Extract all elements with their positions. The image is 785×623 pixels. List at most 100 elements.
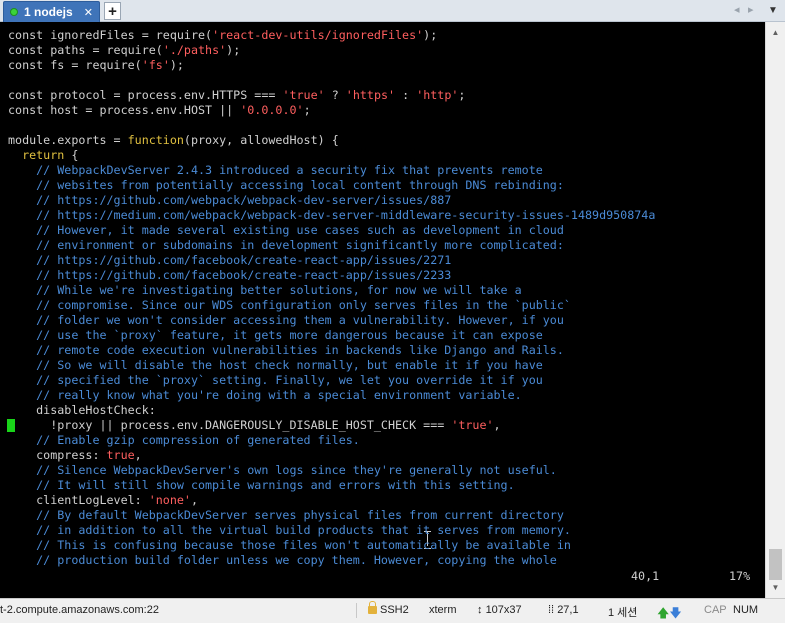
code-line: module.exports = function(proxy, allowed…	[8, 133, 339, 148]
num-lock-indicator: NUM	[733, 604, 759, 616]
tab-label: 1 nodejs	[24, 5, 73, 19]
code-token: // By default WebpackDevServer serves ph…	[8, 508, 564, 522]
code-line: // production build folder unless we cop…	[8, 553, 557, 568]
code-token: // remote code execution vulnerabilities…	[8, 343, 564, 357]
code-token: 'http'	[416, 88, 459, 102]
code-token: ,	[134, 448, 142, 462]
code-line: // environment or subdomains in developm…	[8, 238, 564, 253]
code-token: // in addition to all the virtual build …	[8, 523, 571, 537]
close-tab-icon[interactable]: ✕	[84, 6, 93, 19]
code-line: // compromise. Since our WDS configurati…	[8, 298, 571, 313]
code-token: // Silence WebpackDevServer's own logs s…	[8, 463, 557, 477]
status-divider	[356, 603, 357, 618]
grid-icon: ⁞⁞	[548, 604, 555, 616]
code-line: // WebpackDevServer 2.4.3 introduced a s…	[8, 163, 543, 178]
code-line: // Enable gzip compression of generated …	[8, 433, 360, 448]
code-token: !proxy || process.env.DANGEROUSLY_DISABL…	[8, 418, 452, 432]
code-token: // compromise. Since our WDS configurati…	[8, 298, 571, 312]
code-token: const paths = require(	[8, 43, 163, 57]
code-token: const host = process.env.HOST ||	[8, 103, 241, 117]
code-token: true	[106, 448, 135, 462]
code-line: compress: true,	[8, 448, 142, 463]
terminal-size: ↕ 107x37	[477, 604, 522, 616]
lock-icon	[368, 601, 377, 614]
code-token: compress:	[8, 448, 107, 462]
code-token: );	[169, 58, 184, 72]
scroll-up-icon[interactable]: ▲	[766, 24, 785, 41]
code-line: !proxy || process.env.DANGEROUSLY_DISABL…	[8, 418, 501, 433]
code-line: const fs = require('fs');	[8, 58, 184, 73]
code-line: const ignoredFiles = require('react-dev-…	[8, 28, 437, 43]
code-token: 'true'	[282, 88, 325, 102]
code-token: );	[423, 28, 438, 42]
code-token: module.exports =	[8, 133, 128, 147]
code-line: // https://github.com/facebook/create-re…	[8, 268, 451, 283]
vertical-scrollbar[interactable]: ▲ ▼	[765, 22, 785, 598]
code-token: ,	[190, 493, 199, 507]
code-token: 'none'	[148, 493, 191, 507]
code-token: :	[395, 88, 417, 102]
code-token: // really know what you're doing with a …	[8, 388, 522, 402]
code-token: // This is confusing because those files…	[8, 538, 571, 552]
code-token: // folder we won't consider accessing th…	[8, 313, 564, 327]
code-token: );	[226, 43, 241, 57]
code-line: // remote code execution vulnerabilities…	[8, 343, 564, 358]
code-token: // https://medium.com/webpack/webpack-de…	[8, 208, 656, 222]
terminal-screen[interactable]: 40,1 17% const ignoredFiles = require('r…	[0, 22, 765, 598]
code-token: // production build folder unless we cop…	[8, 553, 557, 567]
transfer-indicator: 🡅🡇	[657, 604, 682, 623]
code-token: 'https'	[345, 88, 396, 102]
protocol-status: SSH2	[368, 601, 409, 616]
tab-nodejs[interactable]: 1 nodejs ✕	[3, 1, 100, 22]
code-line: return {	[8, 148, 78, 163]
code-line: // https://medium.com/webpack/webpack-de…	[8, 208, 655, 223]
code-token: // use the `proxy` feature, it gets more…	[8, 328, 543, 342]
code-line: // use the `proxy` feature, it gets more…	[8, 328, 543, 343]
code-line: // This is confusing because those files…	[8, 538, 571, 553]
code-token: const protocol = process.env.HTTPS ===	[8, 88, 283, 102]
code-token: // https://github.com/webpack/webpack-de…	[8, 193, 452, 207]
code-token: return	[8, 148, 65, 162]
code-line: const host = process.env.HOST || '0.0.0.…	[8, 103, 311, 118]
code-token: clientLogLevel:	[8, 493, 149, 507]
code-token: const fs = require(	[8, 58, 142, 72]
code-token: // websites from potentially accessing l…	[8, 178, 564, 192]
code-token: 'react-dev-utils/ignoredFiles'	[212, 28, 424, 42]
code-token: disableHostCheck:	[8, 403, 156, 417]
code-token: // https://github.com/facebook/create-re…	[8, 253, 452, 267]
code-line: // websites from potentially accessing l…	[8, 178, 564, 193]
code-line: // So we will disable the host check nor…	[8, 358, 543, 373]
code-line: // specified the `proxy` setting. Finall…	[8, 373, 543, 388]
terminal-type: xterm	[429, 604, 457, 616]
code-token: // However, it made several existing use…	[8, 223, 564, 237]
cursor-location: ⁞⁞ 27,1	[548, 604, 579, 616]
code-token: // environment or subdomains in developm…	[8, 238, 564, 252]
code-token: ,	[493, 418, 501, 432]
next-tab-icon[interactable]: ▸	[748, 3, 754, 16]
code-line: // By default WebpackDevServer serves ph…	[8, 508, 564, 523]
resize-icon: ↕	[477, 604, 483, 616]
upload-arrow-icon: 🡅	[657, 606, 670, 620]
scroll-percent: 17%	[729, 569, 751, 583]
code-token: // It will still show compile warnings a…	[8, 478, 515, 492]
code-token: const ignoredFiles = require(	[8, 28, 213, 42]
code-token: // So we will disable the host check nor…	[8, 358, 543, 372]
code-line: // really know what you're doing with a …	[8, 388, 522, 403]
code-line: // folder we won't consider accessing th…	[8, 313, 564, 328]
code-token: '0.0.0.0'	[240, 103, 304, 117]
code-line: disableHostCheck:	[8, 403, 156, 418]
code-token: function	[127, 133, 184, 147]
terminal-size-value: 107x37	[485, 604, 522, 616]
host-address: t-2.compute.amazonaws.com:22	[0, 604, 159, 616]
new-tab-button[interactable]: +	[104, 2, 121, 20]
code-line: // https://github.com/facebook/create-re…	[8, 253, 451, 268]
code-token: ;	[458, 88, 466, 102]
code-token: (proxy, allowedHost) {	[183, 133, 339, 147]
scroll-down-icon[interactable]: ▼	[766, 579, 785, 596]
scroll-thumb[interactable]	[769, 549, 782, 580]
tab-menu-icon[interactable]: ▼	[768, 5, 778, 16]
code-line: const paths = require('./paths');	[8, 43, 240, 58]
code-token: // specified the `proxy` setting. Finall…	[8, 373, 543, 387]
previous-tab-icon[interactable]: ◂	[734, 3, 740, 16]
tab-bar: 1 nodejs ✕ + ◂ ▸ ▼	[0, 0, 785, 22]
